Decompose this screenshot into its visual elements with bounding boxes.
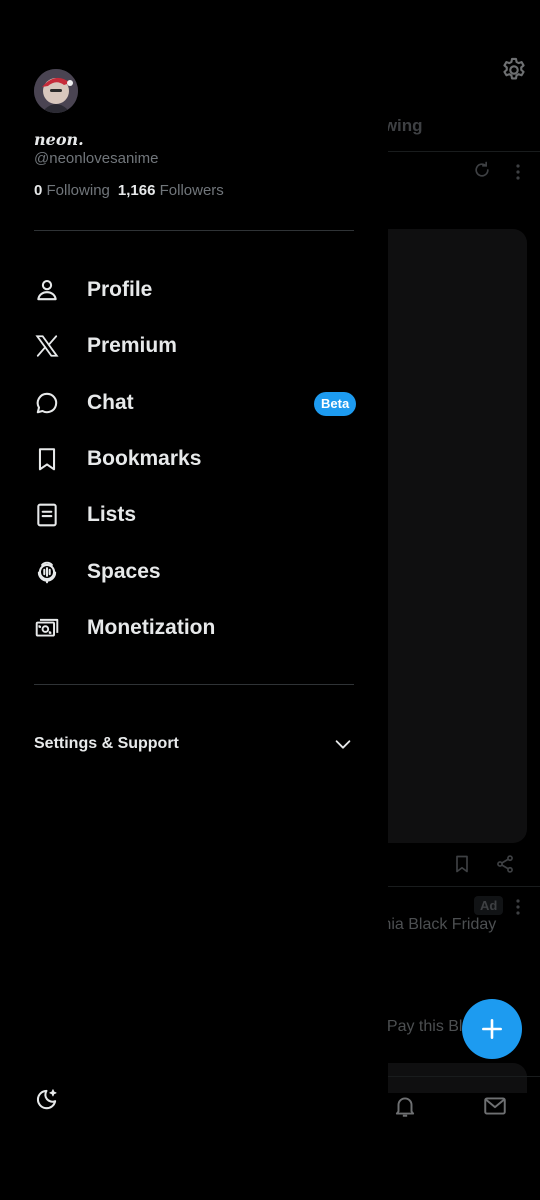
post-divider [388, 886, 540, 887]
following-link[interactable]: 0 Following [34, 182, 110, 199]
settings-support-label: Settings & Support [34, 735, 179, 752]
menu-item-label: Spaces [87, 559, 161, 583]
bookmark-icon[interactable] [452, 854, 472, 874]
share-icon[interactable] [495, 854, 515, 874]
menu-item-label: Bookmarks [87, 447, 202, 471]
followers-count: 1,166 [117, 182, 156, 199]
menu-divider [34, 684, 354, 685]
gear-icon[interactable] [500, 56, 528, 84]
bell-icon[interactable] [392, 1093, 418, 1119]
settings-support-toggle[interactable]: Settings & Support [34, 730, 354, 758]
menu-item-label: Monetization [87, 615, 216, 639]
menu-item-label: Profile [87, 278, 153, 302]
spaces-mic-icon [34, 559, 60, 585]
promo-text: nPay this Bl [378, 1018, 463, 1035]
refresh-icon[interactable] [472, 160, 492, 180]
user-handle: @neonlovesanime [34, 150, 159, 167]
menu-item-bookmarks[interactable]: Bookmarks [0, 431, 388, 487]
next-post-card[interactable] [370, 1063, 527, 1093]
menu-item-spaces[interactable]: Spaces [0, 543, 388, 599]
money-icon [34, 615, 60, 641]
followers-label: Followers [159, 182, 224, 199]
list-icon [34, 502, 60, 528]
menu-item-label: Premium [87, 334, 177, 358]
x-logo-icon [34, 333, 60, 359]
menu-item-lists[interactable]: Lists [0, 487, 388, 543]
compose-fab[interactable] [462, 999, 522, 1059]
menu-item-profile[interactable]: Profile [0, 262, 388, 318]
mail-icon[interactable] [482, 1093, 508, 1119]
bookmark-icon [34, 446, 60, 472]
header-divider [388, 151, 540, 152]
promo-title: mia Black Friday [378, 916, 497, 933]
menu-item-label: Chat [87, 390, 134, 414]
menu-item-label: Lists [87, 503, 137, 527]
menu-item-premium[interactable]: Premium [0, 318, 388, 374]
chat-bubble-icon [34, 390, 60, 416]
more-icon[interactable] [510, 897, 526, 917]
drawer-menu: Profile Premium Chat Beta Bookmarks List… [0, 262, 388, 656]
person-icon [34, 277, 60, 303]
menu-item-chat[interactable]: Chat Beta [0, 375, 388, 431]
menu-item-monetization[interactable]: Monetization [0, 600, 388, 656]
bottom-bar-divider [388, 1076, 540, 1077]
following-count: 0 [34, 182, 43, 199]
following-label: Following [46, 182, 110, 199]
avatar[interactable] [34, 69, 78, 113]
follow-stats: 0 Following 1,166 Followers [34, 182, 224, 199]
navigation-drawer: neon. @neonlovesanime 0 Following 1,166 F… [0, 0, 388, 1200]
beta-badge: Beta [314, 391, 357, 416]
display-name: neon. [34, 130, 84, 149]
profile-divider [34, 230, 354, 231]
moon-sparkle-icon[interactable] [34, 1086, 60, 1112]
followers-link[interactable]: 1,166 Followers [118, 182, 224, 199]
more-icon[interactable] [510, 162, 526, 182]
chevron-down-icon [332, 733, 354, 755]
ad-badge: Ad [474, 896, 504, 915]
